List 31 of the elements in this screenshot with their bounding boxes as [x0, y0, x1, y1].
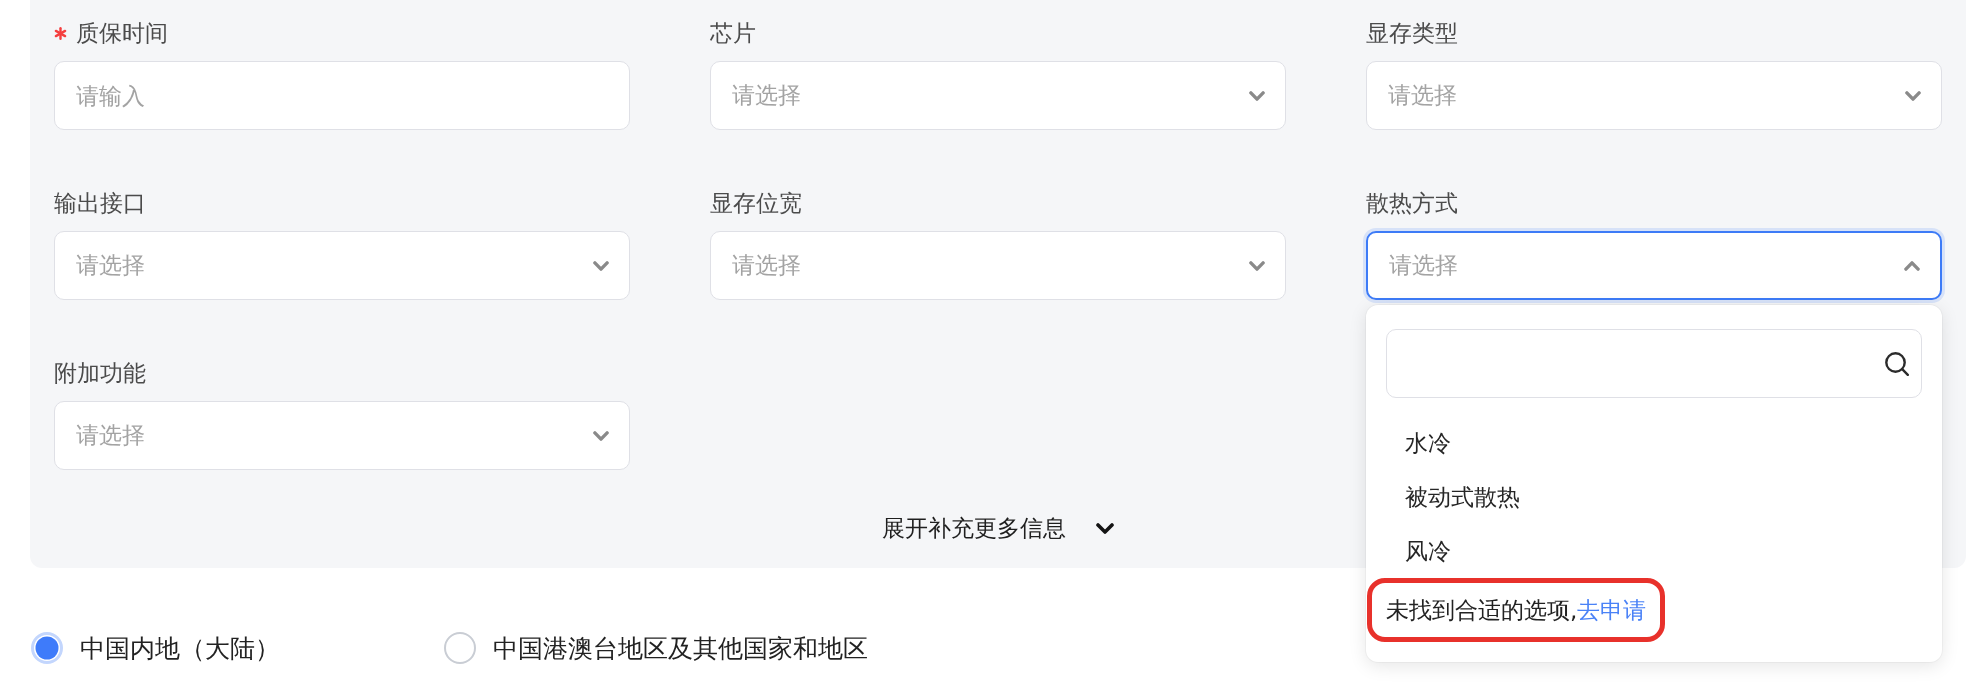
field-label: 输出接口 — [54, 188, 146, 218]
chevron-down-icon — [1249, 90, 1265, 101]
chevron-down-icon — [1905, 90, 1921, 101]
select-field[interactable]: 请选择 — [1366, 61, 1942, 130]
expand-more-button[interactable]: 展开补充更多信息 — [882, 511, 1114, 545]
field-label: 芯片 — [710, 18, 756, 48]
radio-option[interactable]: 中国内地（大陆） — [31, 631, 280, 665]
field-label: 显存类型 — [1366, 18, 1458, 48]
apply-link[interactable]: 去申请 — [1577, 596, 1647, 623]
select-field[interactable]: 请选择 — [54, 401, 630, 470]
chevron-down-icon — [1096, 522, 1114, 534]
chevron-down-icon — [1249, 260, 1265, 271]
search-icon — [1885, 351, 1909, 376]
field-label: 附加功能 — [54, 358, 146, 388]
field-label: 显存位宽 — [710, 188, 802, 218]
dropdown-option[interactable]: 水冷 — [1386, 416, 1922, 470]
no-match-message: 未找到合适的选项,去申请 — [1386, 595, 1647, 625]
select-field[interactable]: 请选择 — [54, 231, 630, 300]
search-field[interactable] — [1386, 329, 1922, 398]
select-field[interactable]: 请选择 — [710, 61, 1286, 130]
chevron-up-icon — [1904, 260, 1920, 271]
field-label: 散热方式 — [1366, 188, 1458, 218]
chevron-down-icon — [593, 430, 609, 441]
text-input[interactable]: 请输入 — [54, 61, 630, 130]
dropdown-option[interactable]: 风冷 — [1386, 524, 1922, 578]
select-field[interactable]: 请选择 — [1366, 231, 1942, 300]
field-label: 质保时间 — [76, 18, 168, 48]
radio-option[interactable]: 中国港澳台地区及其他国家和地区 — [444, 631, 868, 665]
chevron-down-icon — [593, 260, 609, 271]
select-field[interactable]: 请选择 — [710, 231, 1286, 300]
dropdown-option[interactable]: 被动式散热 — [1386, 470, 1922, 524]
